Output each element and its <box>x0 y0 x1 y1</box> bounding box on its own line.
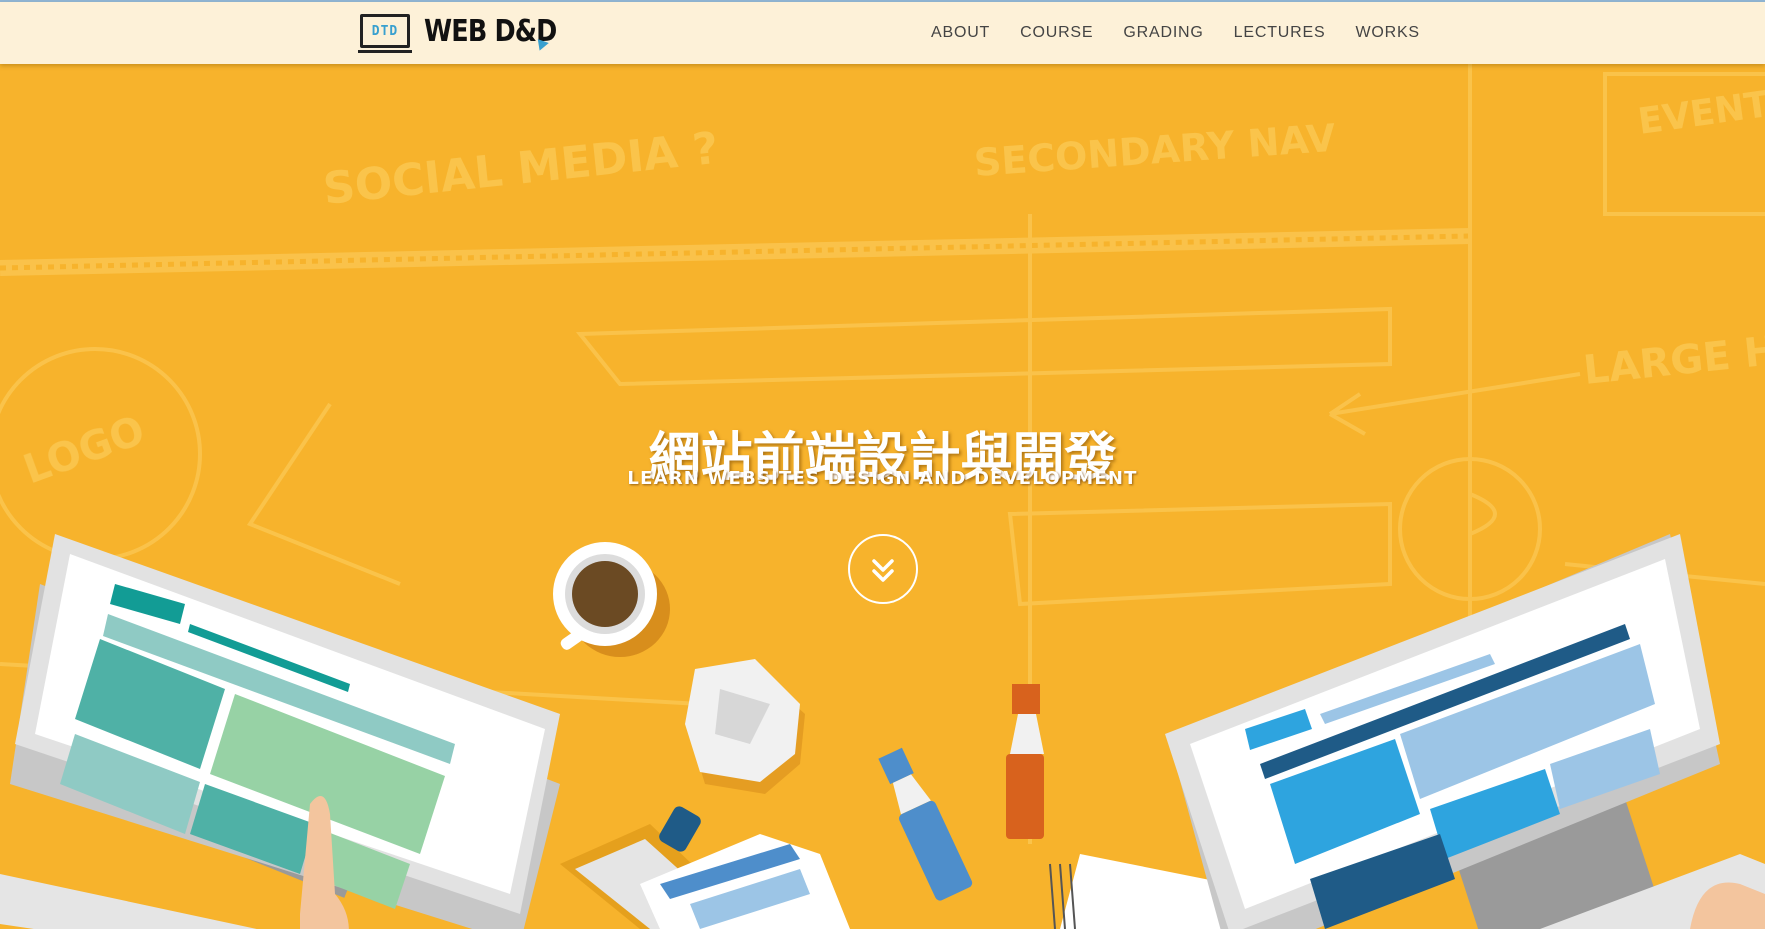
scroll-down-button[interactable] <box>848 534 918 604</box>
main-nav: ABOUT COURSE GRADING LECTURES WORKS <box>916 2 1435 64</box>
navbar: DTD WEB D&D ABOUT COURSE GRADING LECTURE… <box>0 2 1765 64</box>
nav-link-grading[interactable]: GRADING <box>1108 24 1218 42</box>
hero-subtitle: LEARN WEBSITES DESIGN AND DEVELOPMENT <box>627 468 1138 489</box>
logo-monitor-icon: DTD <box>358 14 412 53</box>
logo-mark-text: DTD <box>371 23 399 39</box>
hero-section: SOCIAL MEDIA ? SECONDARY NAV LOGO LARGE … <box>0 64 1765 929</box>
nav-link-lectures[interactable]: LECTURES <box>1219 24 1341 42</box>
nav-link-about[interactable]: ABOUT <box>916 24 1005 42</box>
hero-illustration: SOCIAL MEDIA ? SECONDARY NAV LOGO LARGE … <box>0 64 1765 929</box>
nav-link-works[interactable]: WORKS <box>1340 24 1434 42</box>
chevron-double-down-icon <box>872 559 894 582</box>
brand-logo[interactable]: DTD WEB D&D <box>358 8 580 54</box>
nav-link-course[interactable]: COURSE <box>1005 24 1108 42</box>
